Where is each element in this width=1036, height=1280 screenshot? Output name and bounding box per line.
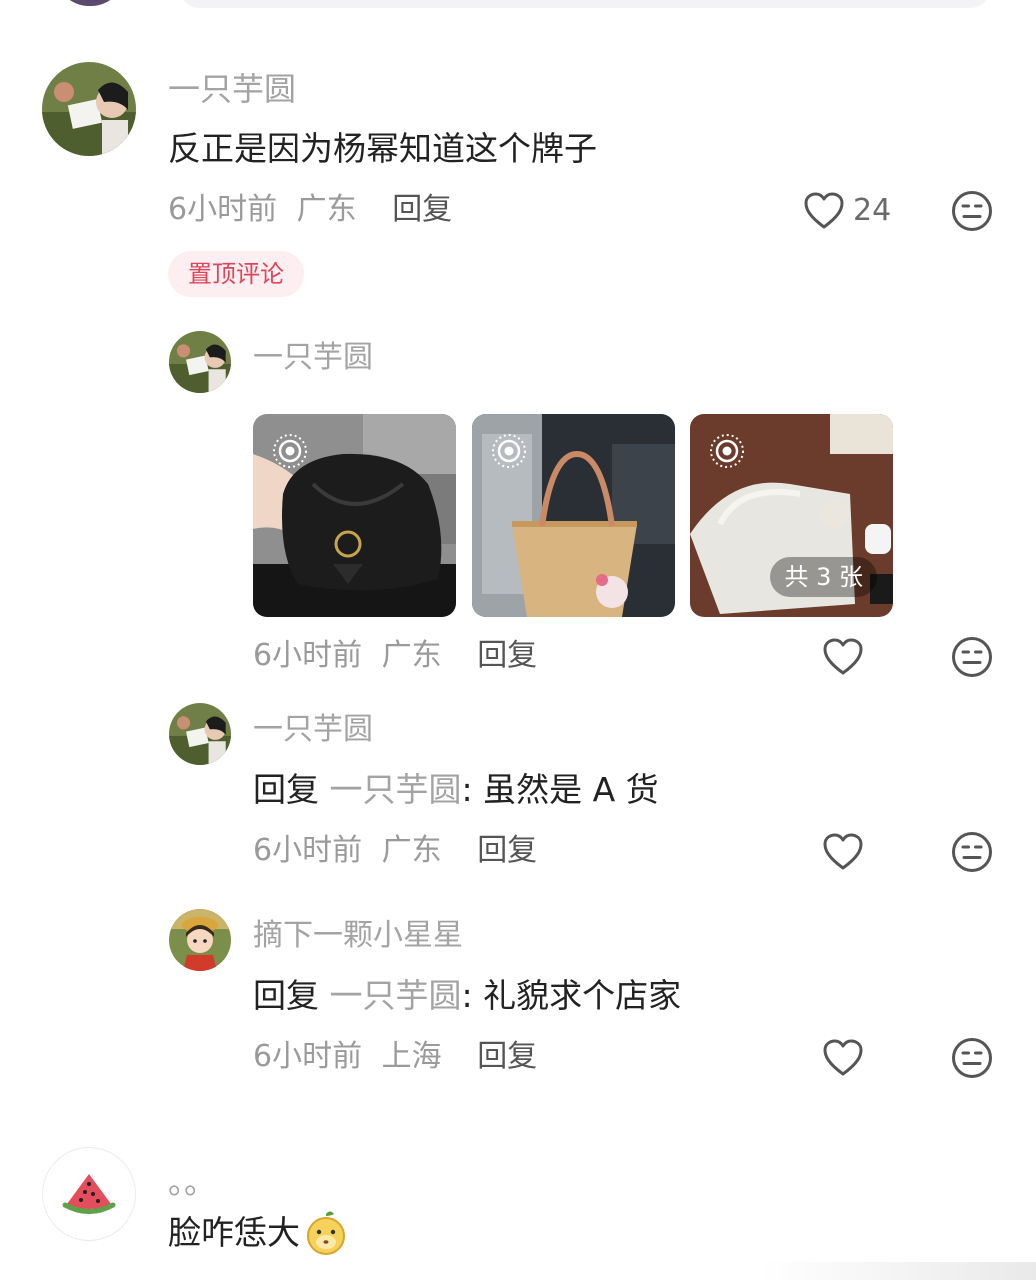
comment-text[interactable]: 反正是因为杨幂知道这个牌子 <box>168 127 597 171</box>
reply-location: 广东 <box>381 833 442 868</box>
image-thumbnail-3[interactable]: 共 3 张 <box>690 414 893 617</box>
reply-prefix: 回复 <box>253 976 319 1015</box>
reply-location: 广东 <box>381 638 442 673</box>
avatar[interactable] <box>42 1147 136 1241</box>
reply-content: : 虽然是 A 货 <box>461 770 659 809</box>
reply-target-user[interactable]: 一只芋圆 <box>330 976 462 1015</box>
dislike-button[interactable] <box>951 636 993 682</box>
reply-button[interactable]: 回复 <box>477 638 537 673</box>
reply-content: : 礼貌求个店家 <box>461 976 682 1015</box>
reply-button[interactable]: 回复 <box>477 833 537 868</box>
reply-button[interactable]: 回复 <box>477 1039 537 1074</box>
avatar[interactable] <box>169 331 231 393</box>
comment-location: 广东 <box>296 192 357 227</box>
image-thumbnail-2[interactable] <box>472 414 675 617</box>
like-button[interactable] <box>822 637 864 681</box>
comment-text[interactable]: 脸咋恁大 <box>168 1210 348 1256</box>
reply-prefix: 回复 <box>253 770 319 809</box>
comment-username[interactable]: 一只芋圆 <box>168 69 296 109</box>
meh-face-icon <box>952 637 992 677</box>
avatar[interactable] <box>169 703 231 765</box>
reply-button[interactable]: 回复 <box>392 192 452 227</box>
previous-avatar-fragment <box>55 0 125 6</box>
comment-username[interactable]: 。。 <box>168 1162 216 1202</box>
reply-location: 上海 <box>381 1039 442 1074</box>
heart-outline-icon <box>823 638 863 675</box>
heart-outline-icon <box>823 833 863 870</box>
reply-time: 6小时前 <box>253 833 363 868</box>
heart-outline-icon <box>804 192 844 229</box>
live-photo-icon <box>710 434 744 468</box>
previous-input-fragment <box>180 0 990 8</box>
meh-face-icon <box>952 1038 992 1078</box>
reply-time: 6小时前 <box>253 1039 363 1074</box>
image-count-badge: 共 3 张 <box>770 557 877 597</box>
comment-time: 6小时前 <box>168 192 278 227</box>
reply-username[interactable]: 一只芋圆 <box>253 710 373 750</box>
reply-meta: 6小时前 上海 回复 <box>253 1037 537 1077</box>
reply-text[interactable]: 回复 一只芋圆: 虽然是 A 货 <box>253 768 659 812</box>
heart-outline-icon <box>823 1039 863 1076</box>
reply-meta: 6小时前 广东 回复 <box>253 636 537 676</box>
reply-username[interactable]: 一只芋圆 <box>253 338 373 378</box>
like-button[interactable] <box>822 832 864 876</box>
reply-username[interactable]: 摘下一颗小星星 <box>253 916 463 956</box>
home-indicator-fragment <box>760 1262 1036 1280</box>
like-button[interactable]: 24 <box>803 191 891 231</box>
dislike-button[interactable] <box>951 1037 993 1083</box>
comment-content: 脸咋恁大 <box>168 1213 300 1252</box>
like-count: 24 <box>853 193 892 228</box>
meh-face-icon <box>952 191 992 231</box>
live-photo-icon <box>273 434 307 468</box>
avatar[interactable] <box>169 909 231 971</box>
live-photo-icon <box>492 434 526 468</box>
pinned-badge: 置顶评论 <box>168 251 304 297</box>
reply-time: 6小时前 <box>253 638 363 673</box>
reply-text[interactable]: 回复 一只芋圆: 礼貌求个店家 <box>253 974 681 1018</box>
reply-meta: 6小时前 广东 回复 <box>253 831 537 871</box>
reply-target-user[interactable]: 一只芋圆 <box>330 770 462 809</box>
mango-emoji-icon <box>307 1211 345 1255</box>
like-button[interactable] <box>822 1038 864 1082</box>
dislike-button[interactable] <box>951 831 993 877</box>
watermelon-icon <box>62 1174 116 1214</box>
image-thumbnail-1[interactable] <box>253 414 456 617</box>
meh-face-icon <box>952 832 992 872</box>
avatar[interactable] <box>42 62 136 156</box>
comment-meta: 6小时前 广东 回复 <box>168 190 452 230</box>
dislike-button[interactable] <box>951 190 993 236</box>
